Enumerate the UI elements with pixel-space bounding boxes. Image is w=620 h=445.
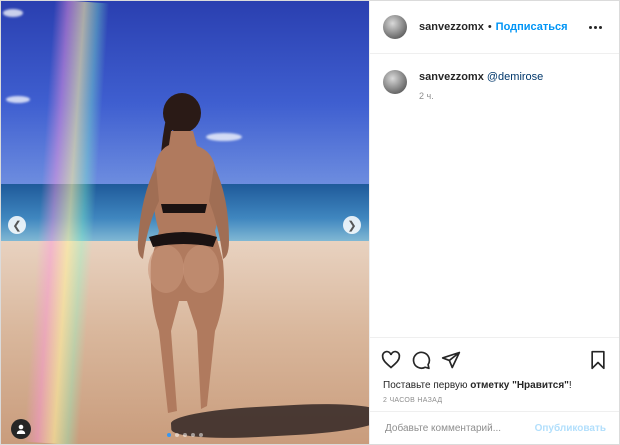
likes-suffix: ! — [568, 380, 572, 391]
share-button[interactable] — [440, 349, 462, 371]
avatar[interactable] — [383, 70, 407, 94]
separator-dot: • — [487, 21, 492, 33]
previous-slide-button[interactable]: ❮ — [8, 216, 26, 234]
comment-icon — [412, 351, 431, 370]
carousel-dot — [175, 433, 179, 437]
actions-section: Поставьте первую отметку "Нравится"! 2 Ч… — [370, 337, 619, 404]
send-icon — [441, 351, 461, 369]
heart-icon — [381, 350, 401, 369]
carousel-dot — [199, 433, 203, 437]
chevron-left-icon: ❮ — [12, 219, 22, 232]
carousel-dot — [167, 433, 171, 437]
save-button[interactable] — [587, 349, 609, 371]
post-header: sanvezzomx • Подписаться — [370, 1, 619, 54]
post-photo[interactable]: ❮ ❯ — [1, 1, 369, 444]
tagged-users-button[interactable] — [11, 419, 31, 439]
comment-box: Опубликовать — [370, 411, 619, 444]
more-options-icon[interactable] — [585, 22, 606, 33]
carousel-dot — [191, 433, 195, 437]
like-button[interactable] — [380, 349, 402, 371]
comment-input[interactable] — [383, 421, 535, 435]
follow-button[interactable]: Подписаться — [496, 21, 568, 33]
avatar[interactable] — [383, 15, 407, 39]
header-username[interactable]: sanvezzomx — [419, 21, 484, 33]
caption-body: sanvezzomx @demirose 2 ч. — [419, 70, 543, 101]
person-silhouette — [137, 93, 229, 413]
publish-button[interactable]: Опубликовать — [535, 423, 606, 434]
caption-mention[interactable]: @demirose — [487, 71, 543, 83]
carousel-dot — [183, 433, 187, 437]
action-bar — [370, 338, 619, 374]
caption-text: sanvezzomx @demirose — [419, 70, 543, 85]
caption: sanvezzomx @demirose 2 ч. — [370, 54, 619, 101]
likes-prompt: Поставьте первую отметку "Нравится"! — [370, 374, 619, 391]
instagram-post: ❮ ❯ sanvezzomx • Подписаться sanvezzomx … — [0, 0, 620, 445]
carousel-indicator — [167, 433, 203, 437]
next-slide-button[interactable]: ❯ — [343, 216, 361, 234]
post-date[interactable]: 2 ЧАСОВ НАЗАД — [370, 391, 619, 404]
likes-prefix: Поставьте первую — [383, 380, 471, 391]
user-icon — [16, 424, 26, 434]
chevron-right-icon: ❯ — [347, 219, 357, 232]
caption-timestamp[interactable]: 2 ч. — [419, 91, 543, 101]
post-sidebar: sanvezzomx • Подписаться sanvezzomx @dem… — [369, 1, 619, 444]
bookmark-icon — [591, 350, 605, 370]
caption-username[interactable]: sanvezzomx — [419, 71, 484, 83]
likes-bold[interactable]: отметку "Нравится" — [470, 380, 569, 391]
comment-button[interactable] — [410, 349, 432, 371]
